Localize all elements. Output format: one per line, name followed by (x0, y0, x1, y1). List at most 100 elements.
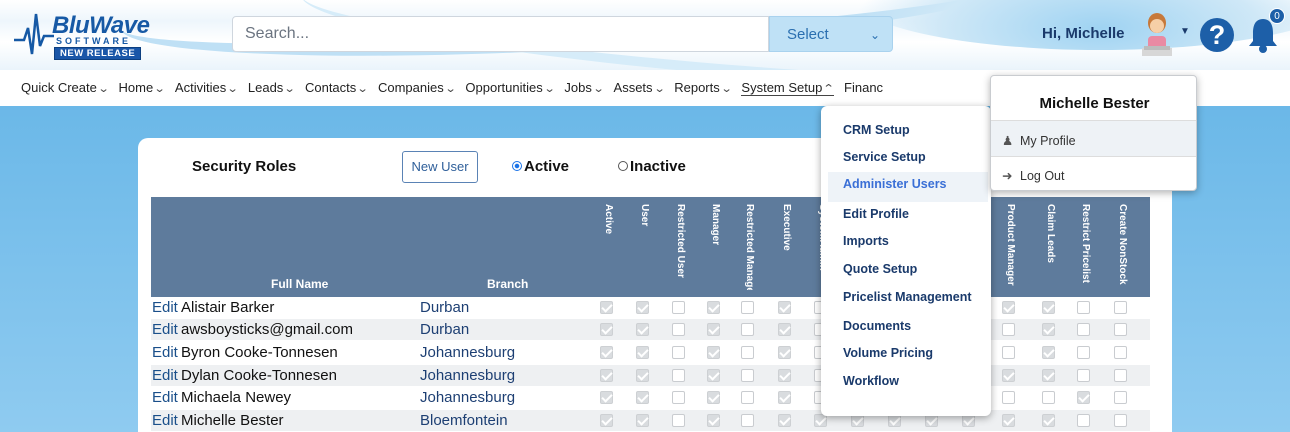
checkbox-checked-icon[interactable] (778, 391, 791, 404)
checkbox-unchecked-icon[interactable] (1114, 369, 1127, 382)
edit-link[interactable]: Edit (152, 367, 178, 384)
column-header-flag[interactable]: Restricted User (672, 204, 686, 290)
menu-item-imports[interactable]: Imports (843, 234, 889, 248)
filter-inactive-radio[interactable]: Inactive (618, 158, 686, 175)
column-header-flag[interactable]: Active (600, 204, 614, 290)
checkbox-unchecked-icon[interactable] (672, 369, 685, 382)
edit-link[interactable]: Edit (152, 321, 178, 338)
checkbox-checked-icon[interactable] (778, 369, 791, 382)
checkbox-unchecked-icon[interactable] (1114, 414, 1127, 427)
menu-item-workflow[interactable]: Workflow (843, 374, 899, 388)
menu-item-administer-users[interactable]: Administer Users (843, 177, 947, 191)
checkbox-unchecked-icon[interactable] (1077, 301, 1090, 314)
checkbox-checked-icon[interactable] (814, 414, 827, 427)
nav-item-activities[interactable]: Activities⌄ (175, 80, 239, 95)
menu-item-crm-setup[interactable]: CRM Setup (843, 123, 910, 137)
checkbox-checked-icon[interactable] (778, 414, 791, 427)
nav-item-financ[interactable]: Financ (844, 80, 883, 95)
checkbox-checked-icon[interactable] (778, 301, 791, 314)
edit-link[interactable]: Edit (152, 389, 178, 406)
checkbox-checked-icon[interactable] (778, 346, 791, 359)
nav-item-quick-create[interactable]: Quick Create⌄ (21, 80, 109, 95)
checkbox-checked-icon[interactable] (636, 301, 649, 314)
checkbox-checked-icon[interactable] (1002, 369, 1015, 382)
checkbox-unchecked-icon[interactable] (672, 414, 685, 427)
checkbox-unchecked-icon[interactable] (741, 414, 754, 427)
checkbox-checked-icon[interactable] (600, 323, 613, 336)
checkbox-unchecked-icon[interactable] (1077, 323, 1090, 336)
column-header-branch[interactable]: Branch (487, 277, 528, 291)
bluwave-logo[interactable]: BluWave SOFTWARE NEW RELEASE (14, 10, 154, 60)
checkbox-unchecked-icon[interactable] (1114, 346, 1127, 359)
checkbox-checked-icon[interactable] (600, 346, 613, 359)
checkbox-checked-icon[interactable] (636, 369, 649, 382)
checkbox-unchecked-icon[interactable] (1114, 323, 1127, 336)
menu-item-my-profile[interactable]: ♟ My Profile (1002, 133, 1076, 148)
search-scope-select[interactable]: Select ⌄ (769, 16, 893, 52)
nav-item-home[interactable]: Home⌄ (119, 80, 166, 95)
checkbox-unchecked-icon[interactable] (741, 369, 754, 382)
column-header-flag[interactable]: Create NonStock (1114, 204, 1128, 290)
checkbox-checked-icon[interactable] (1002, 414, 1015, 427)
checkbox-unchecked-icon[interactable] (1042, 391, 1055, 404)
column-header-flag[interactable]: Claim Leads (1042, 204, 1056, 290)
column-header-flag[interactable]: User (636, 204, 650, 290)
checkbox-checked-icon[interactable] (707, 391, 720, 404)
new-user-button[interactable]: New User (402, 151, 478, 183)
help-icon[interactable]: ? (1200, 18, 1234, 52)
checkbox-checked-icon[interactable] (1042, 301, 1055, 314)
checkbox-unchecked-icon[interactable] (741, 391, 754, 404)
menu-item-volume-pricing[interactable]: Volume Pricing (843, 346, 933, 360)
menu-item-quote-setup[interactable]: Quote Setup (843, 262, 917, 276)
column-header-flag[interactable]: Restricted Manager (741, 204, 755, 290)
checkbox-checked-icon[interactable] (1042, 414, 1055, 427)
nav-item-reports[interactable]: Reports⌄ (674, 80, 732, 95)
checkbox-checked-icon[interactable] (636, 414, 649, 427)
checkbox-checked-icon[interactable] (707, 414, 720, 427)
checkbox-checked-icon[interactable] (636, 323, 649, 336)
checkbox-unchecked-icon[interactable] (1077, 346, 1090, 359)
checkbox-unchecked-icon[interactable] (741, 346, 754, 359)
avatar[interactable] (1142, 10, 1172, 56)
checkbox-unchecked-icon[interactable] (1002, 346, 1015, 359)
menu-item-documents[interactable]: Documents (843, 319, 911, 333)
checkbox-checked-icon[interactable] (1042, 323, 1055, 336)
checkbox-unchecked-icon[interactable] (672, 346, 685, 359)
checkbox-checked-icon[interactable] (600, 414, 613, 427)
column-header-flag[interactable]: Executive (778, 204, 792, 290)
checkbox-unchecked-icon[interactable] (672, 301, 685, 314)
edit-link[interactable]: Edit (152, 344, 178, 361)
checkbox-checked-icon[interactable] (1042, 346, 1055, 359)
nav-item-leads[interactable]: Leads⌄ (248, 80, 296, 95)
menu-item-service-setup[interactable]: Service Setup (843, 150, 926, 164)
checkbox-unchecked-icon[interactable] (1077, 414, 1090, 427)
search-input[interactable]: Search... (232, 16, 769, 52)
nav-item-opportunities[interactable]: Opportunities⌄ (465, 80, 555, 95)
nav-item-contacts[interactable]: Contacts⌄ (305, 80, 369, 95)
nav-item-jobs[interactable]: Jobs⌄ (564, 80, 604, 95)
checkbox-checked-icon[interactable] (707, 323, 720, 336)
checkbox-checked-icon[interactable] (636, 346, 649, 359)
caret-down-icon[interactable]: ▼ (1180, 26, 1190, 37)
column-header-flag[interactable]: Restrict Pricelist (1077, 204, 1091, 290)
checkbox-unchecked-icon[interactable] (1114, 301, 1127, 314)
checkbox-unchecked-icon[interactable] (1114, 391, 1127, 404)
edit-link[interactable]: Edit (152, 412, 178, 429)
checkbox-checked-icon[interactable] (600, 301, 613, 314)
checkbox-checked-icon[interactable] (707, 346, 720, 359)
menu-item-edit-profile[interactable]: Edit Profile (843, 207, 909, 221)
checkbox-unchecked-icon[interactable] (1077, 369, 1090, 382)
checkbox-checked-icon[interactable] (707, 301, 720, 314)
checkbox-unchecked-icon[interactable] (741, 301, 754, 314)
menu-item-log-out[interactable]: ➜ Log Out (1002, 168, 1064, 183)
checkbox-unchecked-icon[interactable] (741, 323, 754, 336)
checkbox-unchecked-icon[interactable] (1002, 391, 1015, 404)
checkbox-unchecked-icon[interactable] (672, 391, 685, 404)
column-header-flag[interactable]: Manager (707, 204, 721, 290)
checkbox-unchecked-icon[interactable] (1002, 323, 1015, 336)
checkbox-checked-icon[interactable] (707, 369, 720, 382)
nav-item-assets[interactable]: Assets⌄ (614, 80, 666, 95)
column-header-full-name[interactable]: Full Name (271, 277, 328, 291)
filter-active-radio[interactable]: Active (512, 158, 569, 175)
nav-item-system-setup[interactable]: System Setup⌃ (741, 80, 835, 96)
